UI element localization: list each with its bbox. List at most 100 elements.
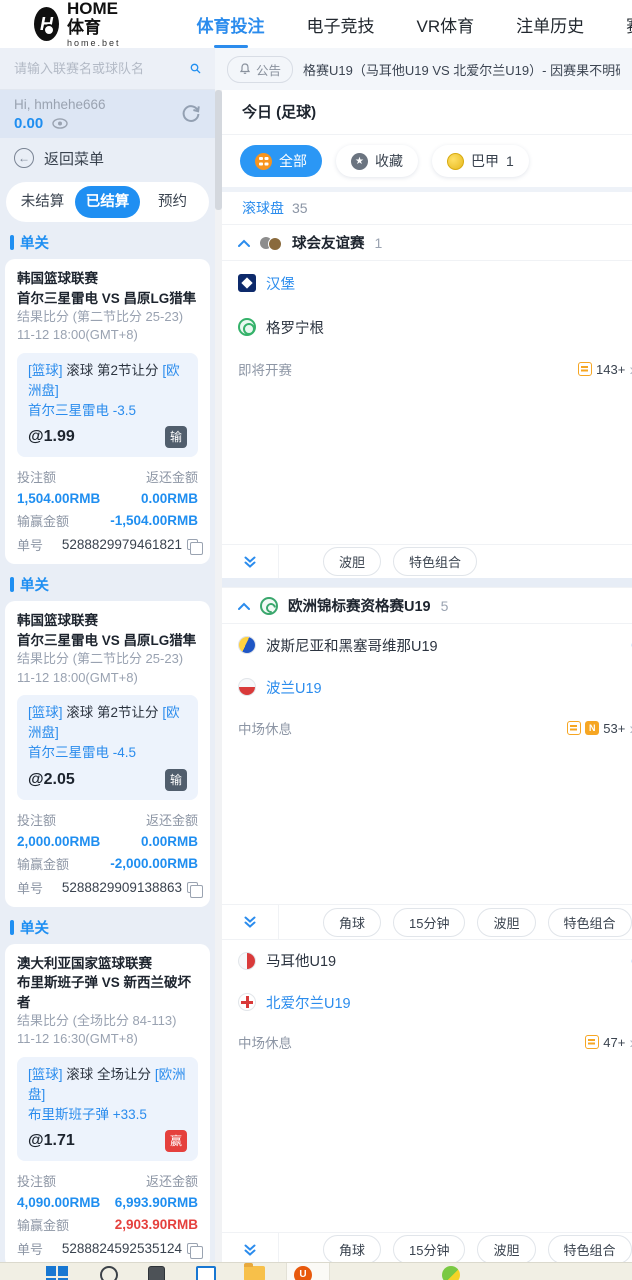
pill-correct-score[interactable]: 波胆 — [477, 1235, 536, 1264]
logo-title: HOME体育 — [67, 0, 119, 37]
pill-correct-score[interactable]: 波胆 — [477, 907, 536, 937]
rolling-count: 35 — [292, 200, 308, 216]
winloss-value: 2,903.90RMB — [114, 1217, 198, 1233]
team-name[interactable]: 北爱尔兰U19 — [266, 992, 351, 1013]
announcement-pill[interactable]: 公告 — [227, 55, 294, 83]
file-explorer-icon[interactable] — [244, 1263, 265, 1280]
copy-icon[interactable] — [187, 539, 203, 556]
nav-bet-history[interactable]: 注单历史 — [495, 12, 605, 37]
match-footer: 角球 15分钟 波胆 特色组合 — [222, 904, 632, 939]
chip-league-baja[interactable]: 巴甲 1 — [432, 145, 529, 177]
team-row-malta-u19[interactable]: 马耳他U19 0 — [222, 939, 632, 981]
match-status: 中场休息 — [238, 722, 292, 737]
team-name[interactable]: 格罗宁根 — [266, 317, 324, 338]
tab-reserved[interactable]: 预约 — [140, 186, 205, 218]
nav-esports[interactable]: 电子竞技 — [286, 12, 396, 37]
nav-results[interactable]: 赛果 — [605, 12, 632, 37]
taskbar-widget-icon[interactable] — [148, 1266, 165, 1280]
back-to-menu[interactable]: ← 返回菜单 — [0, 138, 215, 178]
pill-15min[interactable]: 15分钟 — [393, 907, 466, 937]
pill-corners[interactable]: 角球 — [323, 907, 382, 937]
bet-card[interactable]: 韩国篮球联赛 首尔三星雷电 VS 昌原LG猎隼 结果比分 (第二节比分 25-2… — [5, 601, 210, 907]
scrollbar-thumb[interactable] — [215, 90, 222, 210]
bet-time: 11-12 18:00(GMT+8) — [17, 327, 138, 343]
windows-start-icon[interactable] — [46, 1266, 68, 1280]
bet-selection: 首尔三星雷电 -3.5 — [28, 403, 137, 418]
bet-group: 单关 澳大利亚国家篮球联赛 布里斯班子弹 VS 新西兰破坏者 结果比分 (全场比… — [0, 917, 215, 1269]
pill-special-combo[interactable]: 特色组合 — [547, 1235, 632, 1264]
team-name[interactable]: 波兰U19 — [266, 677, 322, 698]
bet-league: 韩国篮球联赛 — [17, 271, 98, 286]
double-chevron-down-icon — [244, 916, 256, 928]
winloss-label: 输赢金额 — [17, 856, 70, 872]
chip-favorites[interactable]: ★ 收藏 — [336, 145, 418, 177]
bet-card[interactable]: 韩国篮球联赛 首尔三星雷电 VS 昌原LG猎隼 结果比分 (第二节比分 25-2… — [5, 259, 210, 565]
bet-result-score: 结果比分 (第二节比分 25-23) — [17, 651, 184, 667]
team-row-bosnia-u19[interactable]: 波斯尼亚和黑塞哥维那U19 0 — [222, 624, 632, 666]
team-name[interactable]: 汉堡 — [266, 273, 295, 294]
task-view-icon[interactable] — [196, 1266, 216, 1280]
chip-all[interactable]: 全部 — [240, 145, 322, 177]
copy-icon[interactable] — [187, 881, 203, 898]
stake-label: 投注额 — [17, 470, 57, 486]
app-root: H HOME体育 home.bet 体育投注 电子竞技 VR体育 注单历史 赛果 — [0, 0, 632, 1280]
winloss-value: -1,504.00RMB — [110, 513, 198, 529]
eye-icon[interactable] — [52, 118, 68, 129]
team-row-poland-u19[interactable]: 波兰U19 1 — [222, 666, 632, 708]
site-logo[interactable]: H HOME体育 home.bet — [34, 0, 130, 48]
taskbar-search-icon[interactable] — [100, 1266, 118, 1280]
tab-settled[interactable]: 已结算 — [75, 186, 140, 218]
expand-more-button[interactable] — [222, 905, 278, 939]
chevron-up-icon[interactable] — [238, 602, 250, 610]
team-row-nireland-u19[interactable]: 北爱尔兰U19 1 — [222, 981, 632, 1023]
bet-group: 单关 韩国篮球联赛 首尔三星雷电 VS 昌原LG猎隼 结果比分 (第二节比分 2… — [0, 232, 215, 565]
rolling-markets-link[interactable]: 滚球盘 35 — [222, 192, 632, 224]
pill-15min[interactable]: 15分钟 — [393, 1235, 466, 1264]
bet-time: 11-12 16:30(GMT+8) — [17, 1031, 138, 1047]
refresh-icon[interactable] — [180, 103, 202, 125]
bet-selection: 布里斯班子弹 +33.5 — [28, 1107, 147, 1123]
sub-bar: 公告 格赛U19（马耳他U19 VS 北爱尔兰U19）- 因赛果不明确，赛果将 — [0, 48, 632, 90]
pill-special-combo[interactable]: 特色组合 — [393, 547, 478, 576]
pill-special-combo[interactable]: 特色组合 — [547, 907, 632, 937]
nav-sports-betting[interactable]: 体育投注 — [176, 12, 286, 37]
chip-favorites-label: 收藏 — [375, 153, 403, 169]
bet-teams: 首尔三星雷电 VS 昌原LG猎隼 — [17, 290, 197, 306]
section-club-friendly[interactable]: 球会友谊赛 1 — [222, 224, 632, 261]
bet-selection: 首尔三星雷电 -4.5 — [28, 745, 137, 761]
groningen-logo-icon — [238, 318, 256, 336]
outcome-badge-win: 赢 — [165, 1130, 187, 1153]
bet-card[interactable]: 澳大利亚国家篮球联赛 布里斯班子弹 VS 新西兰破坏者 结果比分 (全场比分 8… — [5, 943, 210, 1269]
section-euro-u19[interactable]: 欧洲锦标赛资格赛U19 5 — [222, 587, 632, 624]
team-row-hamburg[interactable]: 汉堡 — [222, 261, 632, 305]
orange-app-icon[interactable]: U — [294, 1266, 312, 1280]
outcome-badge-lose: 输 — [165, 426, 187, 449]
search-icon[interactable] — [190, 60, 201, 77]
team-row-groningen[interactable]: 格罗宁根 — [222, 305, 632, 349]
outcome-badge-lose: 输 — [165, 768, 187, 791]
match-status-row[interactable]: 中场休息 N 53+ › — [222, 708, 632, 748]
team-name[interactable]: 马耳他U19 — [266, 950, 336, 971]
pill-correct-score[interactable]: 波胆 — [323, 547, 382, 576]
windows-taskbar: U — [0, 1262, 632, 1280]
hamburg-logo-icon — [238, 274, 256, 292]
green-app-icon[interactable] — [442, 1266, 460, 1280]
expand-more-button[interactable] — [222, 545, 278, 578]
sidebar-scrollbar[interactable] — [215, 90, 222, 1280]
match-status-row[interactable]: 中场休息 47+ › — [222, 1023, 632, 1061]
team-name[interactable]: 波斯尼亚和黑塞哥维那U19 — [266, 635, 438, 656]
tab-unsettled[interactable]: 未结算 — [10, 186, 75, 218]
chevron-up-icon[interactable] — [238, 239, 250, 247]
main-nav: 体育投注 电子竞技 VR体育 注单历史 赛果 — [176, 12, 632, 37]
markets-slip-icon — [578, 362, 593, 376]
match-status-row[interactable]: 即将开赛 143+ › — [222, 349, 632, 389]
copy-icon[interactable] — [187, 1243, 203, 1260]
nav-vr-sports[interactable]: VR体育 — [396, 12, 496, 37]
bet-sport-tag: [篮球] — [28, 362, 63, 378]
bet-market: 滚球 第2节让分 — [66, 362, 159, 378]
payout-label: 返还金额 — [145, 812, 198, 828]
bet-result-score: 结果比分 (全场比分 84-113) — [17, 1013, 177, 1029]
search-input[interactable] — [14, 61, 190, 76]
pill-corners[interactable]: 角球 — [323, 1235, 382, 1264]
stake-value: 2,000.00RMB — [17, 833, 101, 849]
